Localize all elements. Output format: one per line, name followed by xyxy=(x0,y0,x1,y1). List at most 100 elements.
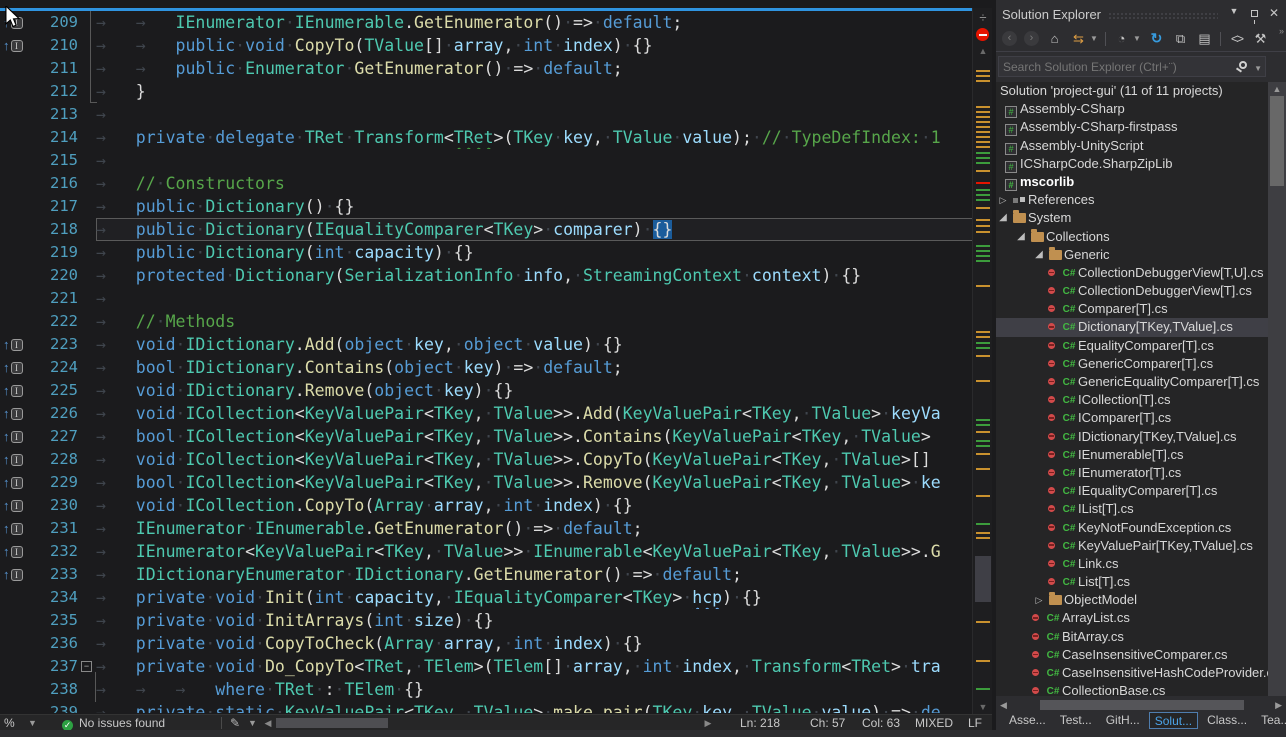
code-text[interactable]: → protected·Dictionary(SerializationInfo… xyxy=(96,264,992,287)
outlining-margin[interactable] xyxy=(78,241,96,264)
outlining-margin[interactable] xyxy=(78,356,96,379)
tree-item-objectmodel[interactable]: ▷ObjectModel xyxy=(996,591,1268,609)
tool-tab-test[interactable]: Test... xyxy=(1055,712,1097,729)
scroll-up-icon[interactable]: ▲ xyxy=(1268,84,1286,94)
outlining-margin[interactable] xyxy=(78,218,96,241)
tree-item-caseinsensitivehashcodeprovider-cs[interactable]: C#CaseInsensitiveHashCodeProvider.cs xyxy=(996,664,1268,682)
tool-tab-class[interactable]: Class... xyxy=(1202,712,1252,729)
tree-item-system[interactable]: ◢System xyxy=(996,209,1268,227)
tree-item-collections[interactable]: ◢Collections xyxy=(996,228,1268,246)
outlining-margin[interactable] xyxy=(78,586,96,609)
tree-item-keyvaluepair-tkey-tvalue-cs[interactable]: C#KeyValuePair[TKey,TValue].cs xyxy=(996,537,1268,555)
tree-item-link-cs[interactable]: C#Link.cs xyxy=(996,555,1268,573)
line-number[interactable]: 216 xyxy=(34,172,78,195)
code-line[interactable]: ↑I224→ bool·IDictionary.Contains(object·… xyxy=(0,356,992,379)
tree-item-assembly-csharp[interactable]: #Assembly-CSharp xyxy=(996,100,1268,118)
outlining-margin[interactable] xyxy=(78,517,96,540)
line-number[interactable]: 219 xyxy=(34,241,78,264)
code-text[interactable]: → private·void·Do_CopyTo<TRet,·TElem>(TE… xyxy=(96,655,992,678)
splitter-handle-icon[interactable]: ÷ xyxy=(973,10,992,25)
code-line[interactable]: 239→ private·static·KeyValuePair<TKey,·T… xyxy=(0,701,992,713)
chevron-down-icon[interactable]: ▼ xyxy=(248,715,257,731)
window-menu-icon[interactable]: ▼ xyxy=(1226,6,1242,16)
home-icon[interactable]: ⌂ xyxy=(1046,31,1063,46)
line-number[interactable]: 230 xyxy=(34,494,78,517)
outlining-margin[interactable] xyxy=(78,494,96,517)
tree-horizontal-scrollbar[interactable]: ◀ ▶ xyxy=(996,698,1286,712)
code-text[interactable]: → } xyxy=(96,80,992,103)
tree-item-collectiondebuggerview-t-cs[interactable]: C#CollectionDebuggerView[T].cs xyxy=(996,282,1268,300)
code-text[interactable]: → bool·ICollection<KeyValuePair<TKey,·TV… xyxy=(96,425,992,448)
status-encoding[interactable]: MIXED xyxy=(915,715,953,731)
code-line[interactable]: 238→ → → where·TRet·:·TElem·{} xyxy=(0,678,992,701)
outlining-margin[interactable] xyxy=(78,678,96,701)
line-number[interactable]: 233 xyxy=(34,563,78,586)
tree-item-bitarray-cs[interactable]: C#BitArray.cs xyxy=(996,628,1268,646)
chevron-down-icon[interactable]: ▼ xyxy=(1090,34,1098,43)
switch-views-icon[interactable]: ⇆ xyxy=(1070,31,1087,47)
line-number[interactable]: 212 xyxy=(34,80,78,103)
solution-tree[interactable]: Solution 'project-gui' (11 of 11 project… xyxy=(996,82,1268,696)
code-text[interactable]: → //·Methods xyxy=(96,310,992,333)
editor-vertical-scrollbar[interactable]: ÷ ▲ ▼ xyxy=(972,8,992,714)
code-line[interactable]: ↑I231→ IEnumerator·IEnumerable.GetEnumer… xyxy=(0,517,992,540)
tree-item-dictionary-tkey-tvalue-cs[interactable]: C#Dictionary[TKey,TValue].cs xyxy=(996,318,1268,336)
code-text[interactable]: → void·ICollection<KeyValuePair<TKey,·TV… xyxy=(96,448,992,471)
copy-properties-icon[interactable]: ▤ xyxy=(1196,31,1213,47)
outlining-margin[interactable] xyxy=(78,264,96,287)
line-number[interactable]: 226 xyxy=(34,402,78,425)
tree-vertical-scrollbar[interactable]: ▲ xyxy=(1268,82,1286,696)
chevron-down-icon[interactable]: ▼ xyxy=(28,715,37,731)
status-eol[interactable]: LF xyxy=(968,715,982,731)
code-text[interactable]: → public·Dictionary(int·capacity)·{} xyxy=(96,241,992,264)
tree-item-caseinsensitivecomparer-cs[interactable]: C#CaseInsensitiveComparer.cs xyxy=(996,646,1268,664)
code-text[interactable]: → void·IDictionary.Add(object·key,·objec… xyxy=(96,333,992,356)
tool-tab-solut[interactable]: Solut... xyxy=(1149,712,1198,729)
outlining-margin[interactable]: − xyxy=(78,655,96,678)
scrollbar-thumb[interactable] xyxy=(975,556,991,602)
scroll-left-icon[interactable]: ◀ xyxy=(1000,698,1007,712)
line-number[interactable]: 215 xyxy=(34,149,78,172)
code-line[interactable]: ↑I209→ → IEnumerator·IEnumerable.GetEnum… xyxy=(0,11,992,34)
line-number[interactable]: 209 xyxy=(34,11,78,34)
status-char[interactable]: Ch: 57 xyxy=(810,715,845,731)
tree-item-keynotfoundexception-cs[interactable]: C#KeyNotFoundException.cs xyxy=(996,519,1268,537)
outlining-margin[interactable] xyxy=(78,448,96,471)
code-line[interactable]: ↑I210→ → public·void·CopyTo(TValue[]·arr… xyxy=(0,34,992,57)
tool-tab-gith[interactable]: GitH... xyxy=(1101,712,1145,729)
search-box[interactable]: ▼ xyxy=(998,56,1266,77)
search-icon[interactable] xyxy=(1239,61,1247,69)
scroll-right-icon[interactable]: ▶ xyxy=(702,716,714,730)
pending-changes-filter-icon[interactable]: ◔ xyxy=(1113,31,1130,46)
outlining-margin[interactable] xyxy=(78,609,96,632)
outlining-margin[interactable] xyxy=(78,333,96,356)
code-text[interactable]: → void·IDictionary.Remove(object·key)·{} xyxy=(96,379,992,402)
status-line[interactable]: Ln: 218 xyxy=(740,715,780,731)
tree-item-icollection-t-cs[interactable]: C#ICollection[T].cs xyxy=(996,391,1268,409)
expander-open-icon[interactable]: ◢ xyxy=(1014,228,1028,246)
line-number[interactable]: 222 xyxy=(34,310,78,333)
tree-item-iequalitycomparer-t-cs[interactable]: C#IEqualityComparer[T].cs xyxy=(996,482,1268,500)
code-line[interactable]: 217→ public·Dictionary()·{} xyxy=(0,195,992,218)
tree-item-ienumerator-t-cs[interactable]: C#IEnumerator[T].cs xyxy=(996,464,1268,482)
collapse-all-icon[interactable]: ⧉ xyxy=(1172,31,1189,47)
code-text[interactable]: → IEnumerator<KeyValuePair<TKey,·TValue>… xyxy=(96,540,992,563)
code-line[interactable]: 235→ private·void·InitArrays(int·size)·{… xyxy=(0,609,992,632)
line-number[interactable]: 227 xyxy=(34,425,78,448)
tree-item-arraylist-cs[interactable]: C#ArrayList.cs xyxy=(996,609,1268,627)
line-number[interactable]: 213 xyxy=(34,103,78,126)
code-text[interactable]: → xyxy=(96,103,992,126)
code-line[interactable]: ↑I225→ void·IDictionary.Remove(object·ke… xyxy=(0,379,992,402)
code-line[interactable]: 215→ xyxy=(0,149,992,172)
code-text[interactable]: → → IEnumerator·IEnumerable.GetEnumerato… xyxy=(96,11,992,34)
line-number[interactable]: 224 xyxy=(34,356,78,379)
code-text[interactable]: → //·Constructors xyxy=(96,172,992,195)
refresh-icon[interactable]: ↻ xyxy=(1148,30,1165,47)
zoom-control[interactable]: % xyxy=(4,715,15,731)
outlining-margin[interactable] xyxy=(78,563,96,586)
code-text[interactable]: → private·delegate·TRet·Transform<TRet>(… xyxy=(96,126,992,149)
code-text[interactable]: → void·ICollection.CopyTo(Array·array,·i… xyxy=(96,494,992,517)
code-line[interactable]: 214→ private·delegate·TRet·Transform<TRe… xyxy=(0,126,992,149)
tree-item-icsharpcode-sharpziplib[interactable]: #ICSharpCode.SharpZipLib xyxy=(996,155,1268,173)
code-lines[interactable]: ↑I209→ → IEnumerator·IEnumerable.GetEnum… xyxy=(0,11,992,713)
